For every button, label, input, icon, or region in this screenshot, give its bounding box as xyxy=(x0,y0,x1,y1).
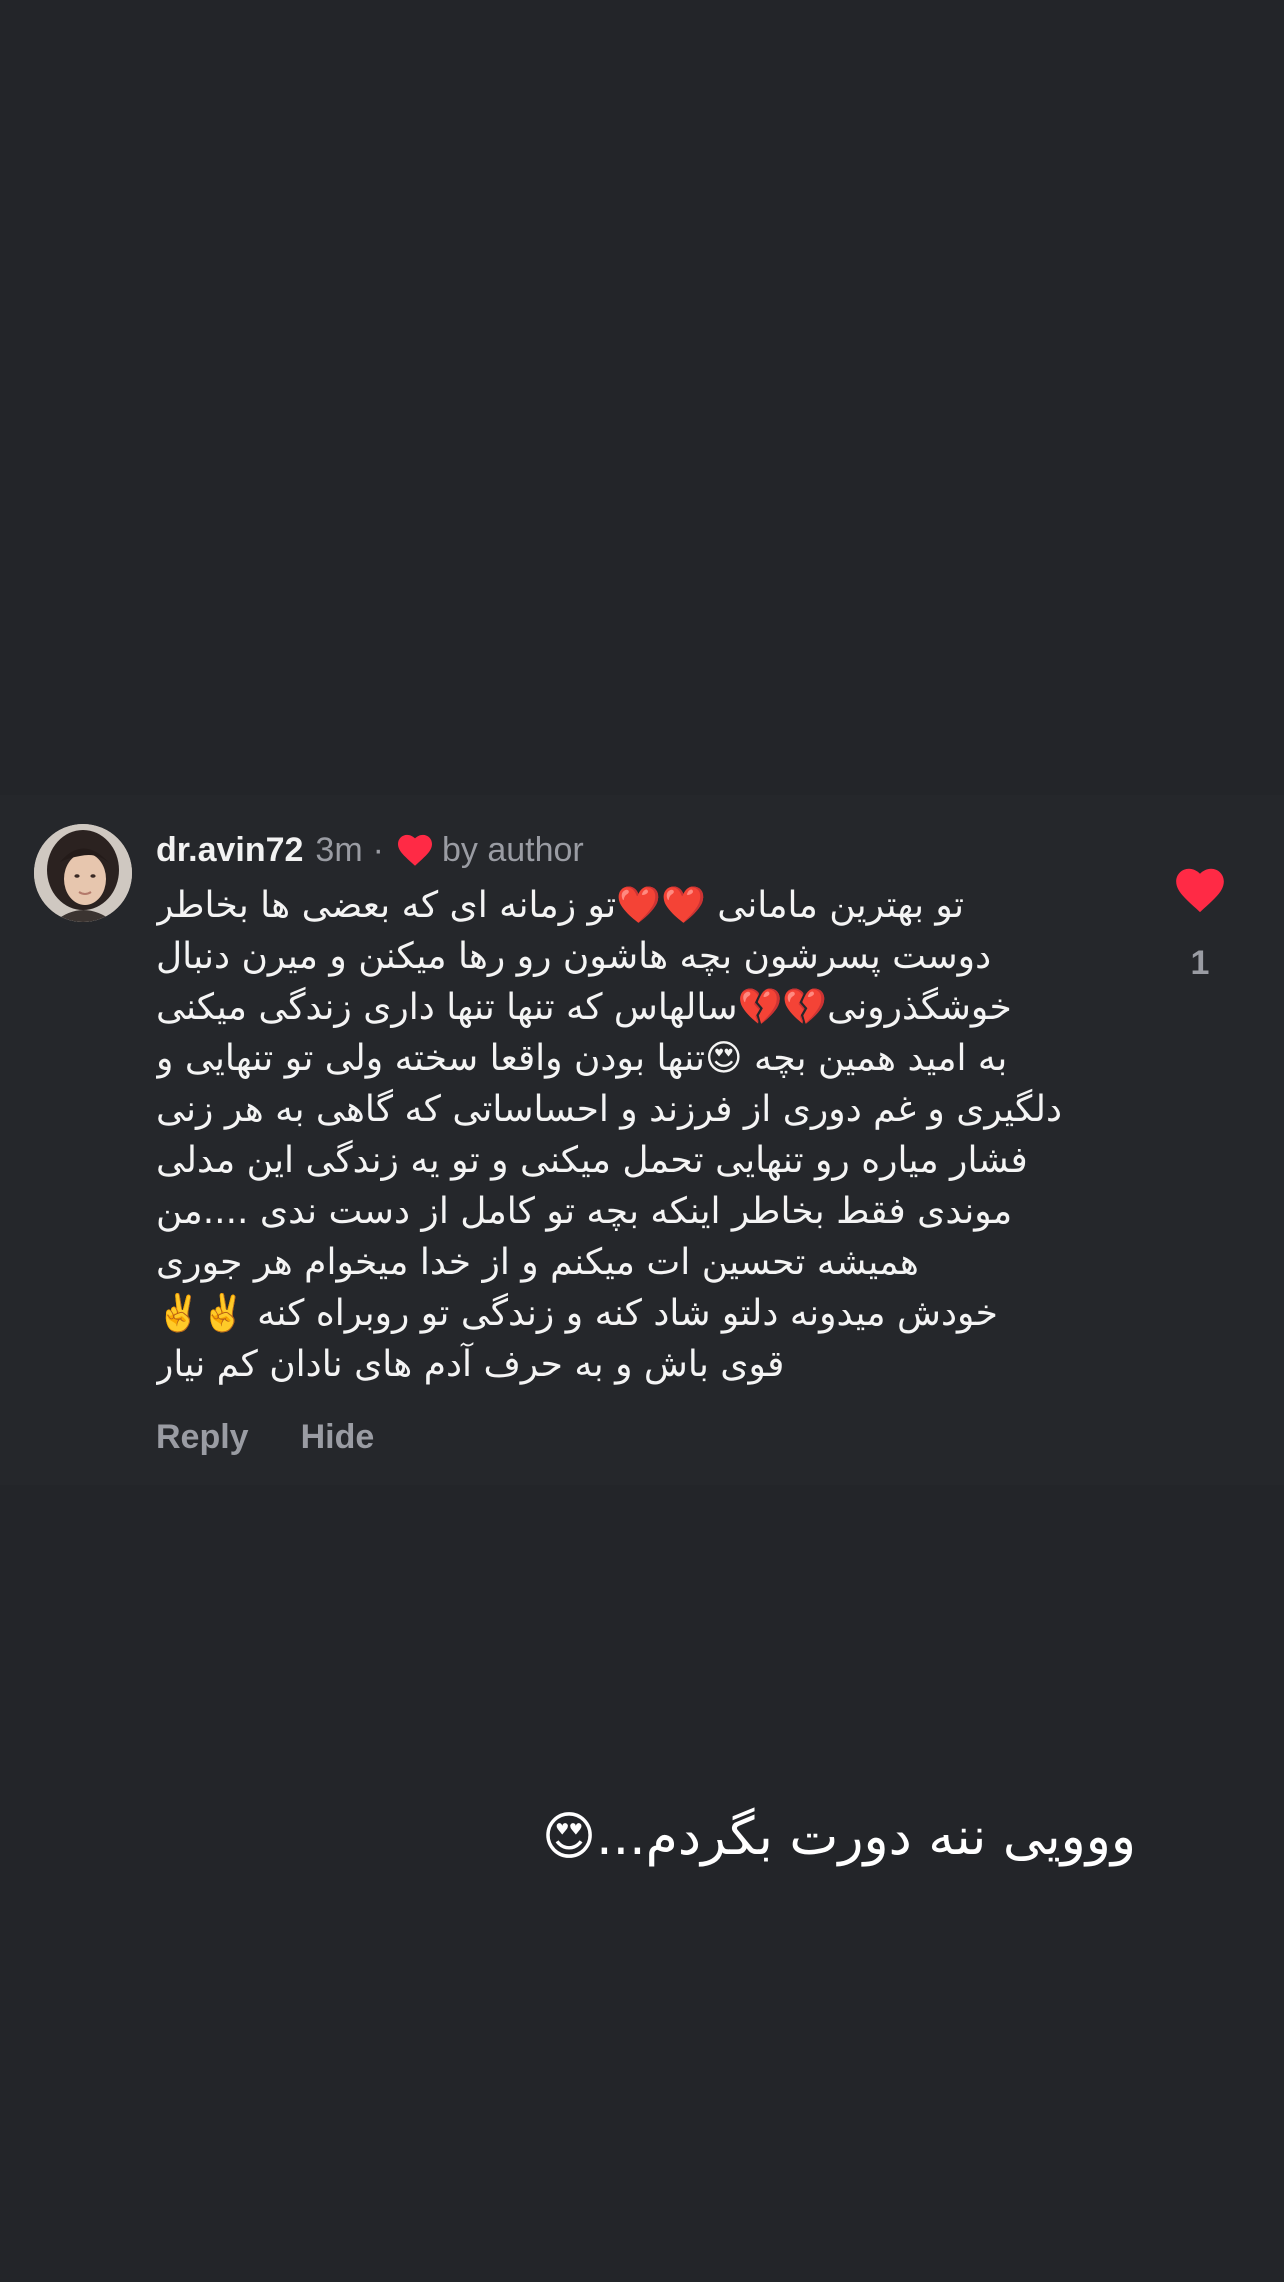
comment-header: dr.avin72 3m · by author xyxy=(156,826,584,874)
heart-icon xyxy=(396,833,434,867)
separator-dot: · xyxy=(372,830,384,869)
like-heart-shape xyxy=(1176,868,1224,913)
avatar-image xyxy=(34,824,132,922)
comment-line: فشار میاره رو تنهایی تحمل میکنی و تو یه … xyxy=(156,1140,1028,1181)
heart-filled-icon[interactable] xyxy=(1174,866,1226,914)
avatar[interactable] xyxy=(34,824,132,922)
story-caption: ووویی ننه دورت بگردم...😍 xyxy=(541,1807,1136,1867)
timestamp: 3m xyxy=(315,830,363,869)
comment-line: همیشه تحسین ات میکنم و از خدا میخوام هر … xyxy=(156,1242,919,1283)
comment-actions: Reply Hide xyxy=(156,1412,374,1462)
comment-line: تو بهترین مامانی ❤️❤️تو زمانه ای که بعضی… xyxy=(156,885,965,926)
hide-button[interactable]: Hide xyxy=(301,1418,375,1457)
like-count: 1 xyxy=(1190,944,1210,982)
comment-text: تو بهترین مامانی ❤️❤️تو زمانه ای که بعضی… xyxy=(156,880,1116,1390)
comment-line: دلگیری و غم دوری از فرزند و احساساتی که … xyxy=(156,1089,1063,1130)
comment-line: به امید همین بچه 😍تنها بودن واقعا سخته و… xyxy=(156,1038,1008,1079)
comment-line: موندی فقط بخاطر اینکه بچه تو کامل از دست… xyxy=(156,1191,1013,1232)
author-heart-shape xyxy=(397,834,432,866)
author-badge: by author xyxy=(441,830,584,869)
comment-line: خوشگذرونی💔💔سالهاس که تنها تنها داری زندگ… xyxy=(156,987,1012,1028)
comment-line: دوست پسرشون بچه هاشون رو رها میکنن و میر… xyxy=(156,936,992,977)
comment-line: خودش میدونه دلتو شاد کنه و زندگی تو روبر… xyxy=(156,1293,998,1334)
story-screen: dr.avin72 3m · by author تو بهترین مامان… xyxy=(0,0,1284,2282)
username[interactable]: dr.avin72 xyxy=(156,831,303,870)
reply-button[interactable]: Reply xyxy=(156,1418,249,1457)
comment-line: قوی باش و به حرف آدم های نادان کم نیار xyxy=(156,1344,785,1385)
